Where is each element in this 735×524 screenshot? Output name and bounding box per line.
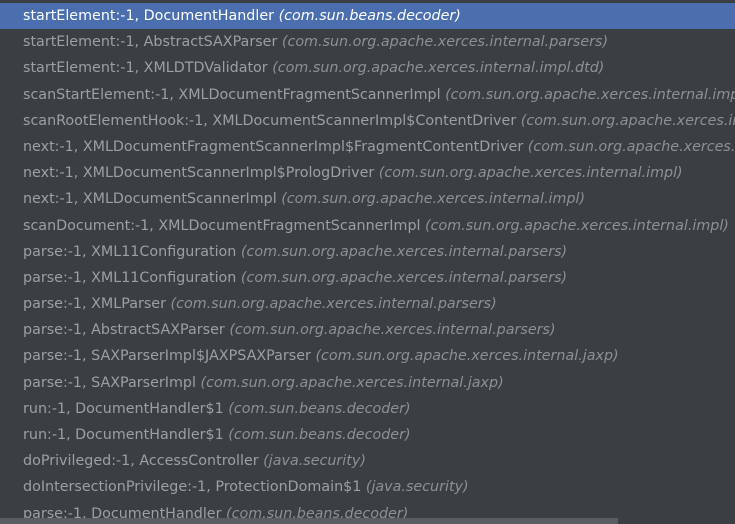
stack-frame-row[interactable]: scanDocument:-1, XMLDocumentFragmentScan…: [0, 213, 735, 239]
frame-package: (com.sun.org.apache.xerces.internal.impl…: [520, 112, 735, 129]
frame-package: (com.sun.org.apache.xerces.internal.impl…: [527, 138, 735, 155]
frame-list[interactable]: startElement:-1, DocumentHandler (com.su…: [0, 3, 735, 524]
stack-frame-row[interactable]: scanRootElementHook:-1, XMLDocumentScann…: [0, 108, 735, 134]
frame-location: parse:-1, XML11Configuration: [23, 269, 237, 286]
frame-location: next:-1, XMLDocumentScannerImpl: [23, 191, 277, 208]
stack-frame-row[interactable]: run:-1, DocumentHandler$1 (com.sun.beans…: [0, 396, 735, 422]
frame-location: parse:-1, SAXParserImpl$JAXPSAXParser: [23, 348, 311, 365]
frame-location: startElement:-1, AbstractSAXParser: [23, 34, 278, 51]
frame-location: parse:-1, SAXParserImpl: [23, 374, 196, 391]
frame-location: scanRootElementHook:-1, XMLDocumentScann…: [23, 112, 517, 129]
stack-frame-row[interactable]: parse:-1, SAXParserImpl (com.sun.org.apa…: [0, 370, 735, 396]
stack-frame-row[interactable]: doPrivileged:-1, AccessController (java.…: [0, 448, 735, 474]
frame-package: (com.sun.org.apache.xerces.internal.impl…: [445, 86, 735, 103]
frame-location: startElement:-1, XMLDTDValidator: [23, 60, 268, 77]
frame-location: next:-1, XMLDocumentFragmentScannerImpl$…: [23, 138, 524, 155]
stack-frame-row[interactable]: startElement:-1, DocumentHandler (com.su…: [0, 3, 735, 30]
frame-location: doIntersectionPrivilege:-1, ProtectionDo…: [23, 479, 362, 496]
frame-package: (com.sun.org.apache.xerces.internal.impl…: [378, 165, 683, 182]
frame-package: (com.sun.org.apache.xerces.internal.pars…: [240, 243, 568, 260]
frame-package: (com.sun.org.apache.xerces.internal.jaxp…: [200, 374, 504, 391]
frame-location: doPrivileged:-1, AccessController: [23, 453, 259, 470]
frame-package: (com.sun.beans.decoder): [228, 400, 411, 417]
frame-package: (com.sun.org.apache.xerces.internal.impl…: [425, 217, 729, 234]
frame-package: (com.sun.beans.decoder): [228, 427, 411, 443]
frame-location: scanStartElement:-1, XMLDocumentFragment…: [23, 86, 441, 103]
frame-location: next:-1, XMLDocumentScannerImpl$PrologDr…: [23, 165, 375, 182]
stack-frame-row[interactable]: run:-1, DocumentHandler$1 (com.sun.beans…: [0, 422, 735, 448]
frame-package: (com.sun.org.apache.xerces.internal.pars…: [229, 322, 556, 339]
frame-location: parse:-1, XMLParser: [23, 296, 166, 313]
frame-package: (com.sun.beans.decoder): [278, 8, 461, 24]
stack-frame-row[interactable]: doIntersectionPrivilege:-1, ProtectionDo…: [0, 474, 735, 500]
frame-location: parse:-1, XML11Configuration: [23, 243, 237, 260]
frame-package: (com.sun.org.apache.xerces.internal.impl…: [281, 191, 586, 208]
frame-package: (com.sun.org.apache.xerces.internal.jaxp…: [315, 348, 619, 365]
stack-frame-row[interactable]: startElement:-1, AbstractSAXParser (com.…: [0, 29, 735, 55]
frame-location: run:-1, DocumentHandler$1: [23, 400, 224, 417]
horizontal-scrollbar-thumb[interactable]: [0, 518, 618, 524]
stack-frame-row[interactable]: scanStartElement:-1, XMLDocumentFragment…: [0, 82, 735, 108]
frame-location: scanDocument:-1, XMLDocumentFragmentScan…: [23, 217, 421, 234]
stack-frame-row[interactable]: startElement:-1, XMLDTDValidator (com.su…: [0, 55, 735, 81]
stack-frame-row[interactable]: parse:-1, XMLParser (com.sun.org.apache.…: [0, 291, 735, 317]
frame-package: (com.sun.org.apache.xerces.internal.pars…: [240, 269, 568, 286]
horizontal-scrollbar[interactable]: [0, 518, 735, 524]
frame-location: run:-1, DocumentHandler$1: [23, 427, 224, 443]
stack-frame-row[interactable]: next:-1, XMLDocumentFragmentScannerImpl$…: [0, 134, 735, 160]
stack-frame-row[interactable]: parse:-1, XML11Configuration (com.sun.or…: [0, 239, 735, 265]
frame-package: (com.sun.org.apache.xerces.internal.impl…: [272, 60, 605, 77]
stack-frame-row[interactable]: next:-1, XMLDocumentScannerImpl$PrologDr…: [0, 160, 735, 186]
stack-frame-row[interactable]: parse:-1, SAXParserImpl$JAXPSAXParser (c…: [0, 343, 735, 369]
frame-package: (com.sun.org.apache.xerces.internal.pars…: [281, 34, 609, 51]
stack-frame-row[interactable]: parse:-1, AbstractSAXParser (com.sun.org…: [0, 317, 735, 343]
stack-frame-row[interactable]: next:-1, XMLDocumentScannerImpl (com.sun…: [0, 186, 735, 212]
frame-location: startElement:-1, DocumentHandler: [23, 8, 275, 24]
frame-package: (java.security): [365, 479, 469, 496]
frames-panel: startElement:-1, DocumentHandler (com.su…: [0, 0, 735, 524]
frame-package: (com.sun.org.apache.xerces.internal.pars…: [170, 296, 497, 313]
stack-frame-row[interactable]: parse:-1, XML11Configuration (com.sun.or…: [0, 265, 735, 291]
frame-location: parse:-1, AbstractSAXParser: [23, 322, 225, 339]
frame-package: (java.security): [263, 453, 366, 470]
